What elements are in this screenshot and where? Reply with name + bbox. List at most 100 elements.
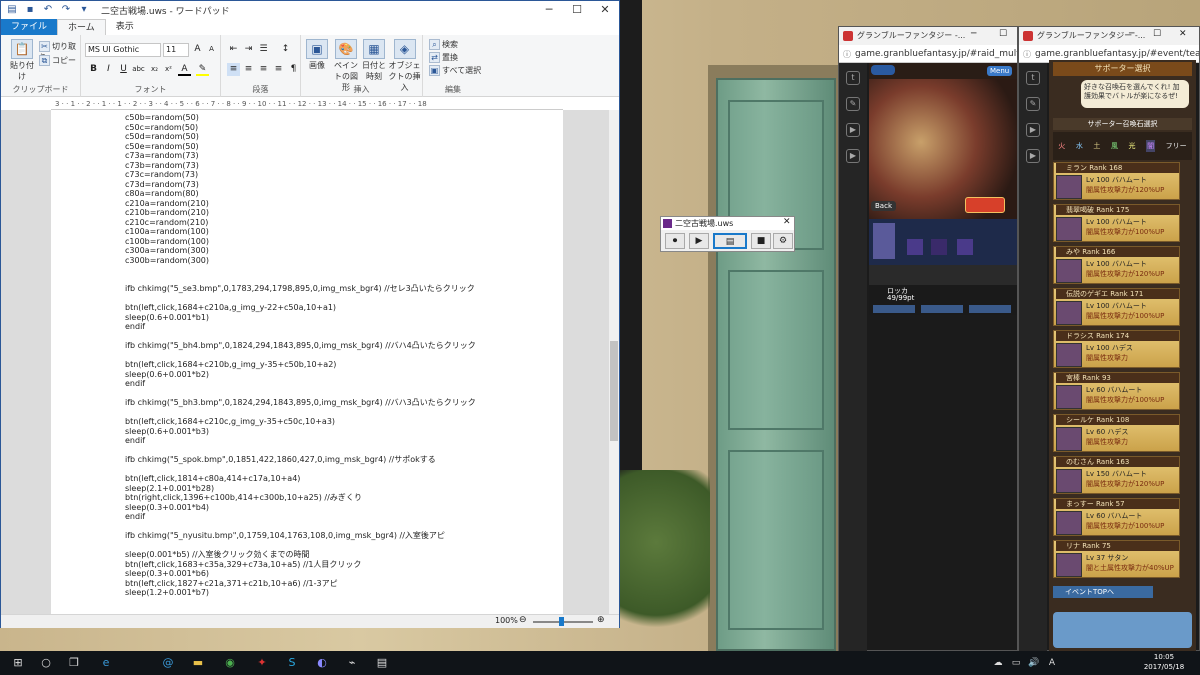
subscript-icon[interactable]: x₂ [148,63,161,76]
bold-icon[interactable]: B [87,63,100,76]
grow-font-icon[interactable]: A [191,43,204,56]
close-button[interactable]: ✕ [591,1,619,19]
tab-view[interactable]: 表示 [106,19,144,35]
start-windows-icon[interactable]: ⊞ [10,655,26,671]
strikethrough-icon[interactable]: abc [132,63,145,76]
browser-tab-title[interactable]: グランブルーファンタジー -... [1019,27,1199,45]
date-time-button[interactable]: ▦ 日付と時刻 [362,39,386,82]
browser-maximize-button[interactable]: ☐ [1153,29,1161,39]
minimize-button[interactable]: ─ [535,1,563,19]
browser-close-button[interactable]: ✕ [1179,29,1187,39]
uwsc-record-icon[interactable]: ⏺ [665,233,685,249]
character-portrait[interactable] [873,223,895,259]
insert-picture-button[interactable]: ▣ 画像 [305,39,329,71]
edge-icon[interactable]: e [98,655,114,671]
find-button[interactable]: ⌕ 検索 [429,39,458,50]
align-center-icon[interactable]: ≡ [242,63,255,76]
page-info-icon[interactable]: ⓘ [1023,49,1031,60]
underline-icon[interactable]: U [117,63,130,76]
skill-1-icon[interactable] [907,239,923,255]
multi-menu-button-2[interactable] [921,305,963,313]
redo-icon[interactable]: ↷ [59,3,73,17]
skype-icon[interactable]: S [284,655,300,671]
video-icon[interactable]: ▶ [846,123,860,137]
justify-icon[interactable]: ≡ [272,63,285,76]
align-right-icon[interactable]: ≡ [257,63,270,76]
bottom-menu[interactable] [1053,612,1192,648]
sound-toggle[interactable] [871,65,895,75]
superscript-icon[interactable]: x² [162,63,175,76]
browser-tab-title[interactable]: グランブルーファンタジー -... [839,27,1017,45]
maximize-button[interactable]: ☐ [563,1,591,19]
document-text[interactable]: c50b=random(50) c50c=random(50) c50d=ran… [125,113,565,598]
edit-icon[interactable]: ✎ [846,97,860,111]
paragraph-icon[interactable]: ¶ [287,63,300,76]
element-tab-wind[interactable]: 風 [1111,141,1118,151]
italic-icon[interactable]: I [102,63,115,76]
element-tab-light[interactable]: 光 [1129,141,1136,151]
shrink-font-icon[interactable]: A [205,43,218,56]
discord-icon[interactable]: ◐ [314,655,330,671]
play-icon[interactable]: ▶ [1026,149,1040,163]
task-view-icon[interactable]: ❐ [66,655,82,671]
ime-icon[interactable]: A [1044,655,1060,671]
supporter-row[interactable]: みや Rank 166 Lv 100 バハムート 闇属性攻撃力が120%UP [1053,246,1180,284]
volume-icon[interactable]: 🔊 [1026,655,1042,671]
decrease-indent-icon[interactable]: ⇤ [227,43,240,56]
onedrive-icon[interactable]: ☁ [990,655,1006,671]
supporter-row[interactable]: リナ Rank 75 Lv 37 サタン 闇と土属性攻撃力が40%UP [1053,540,1180,578]
character-skill-panel[interactable] [869,219,1017,265]
video-icon[interactable]: ▶ [1026,123,1040,137]
supporter-row[interactable]: 伝説のゲギエ Rank 171 Lv 100 バハムート 闇属性攻撃力が100%UP [1053,288,1180,326]
system-clock[interactable]: 10:05 2017/05/18 [1134,652,1194,672]
file-explorer-icon[interactable]: ▬ [190,655,206,671]
browser-minimize-button[interactable]: ─ [971,29,976,39]
uwsc-stop-icon[interactable]: ■ [751,233,771,249]
back-button[interactable]: Back [871,201,896,211]
element-tab-dark[interactable]: 闇 [1146,140,1156,152]
event-top-button[interactable]: イベントTOPへ [1053,586,1153,598]
uwsc-play-icon[interactable]: ▶ [689,233,709,249]
supporter-row[interactable]: シールケ Rank 108 Lv 60 ハデス 闇属性攻撃力 [1053,414,1180,452]
ruler[interactable]: 3 · · 1 · · 2 · · 1 · · 1 · · 2 · · 3 · … [51,98,563,110]
twitter-icon[interactable]: t [846,71,860,85]
search-circle-icon[interactable]: ○ [38,655,54,671]
element-tab-earth[interactable]: 土 [1093,141,1100,151]
supporter-row[interactable]: のむさん Rank 163 Lv 150 バハムート 闇属性攻撃力が120%UP [1053,456,1180,494]
zoom-slider-thumb[interactable] [559,617,564,626]
menu-button[interactable]: Menu [987,66,1013,76]
select-all-button[interactable]: ▣ すべて選択 [429,65,481,76]
wordpad-taskbar-icon[interactable]: ▤ [374,655,390,671]
browser-maximize-button[interactable]: ☐ [999,29,1007,39]
multi-menu-button-3[interactable] [969,305,1011,313]
uwsc-close-icon[interactable]: ✕ [783,217,791,227]
scrollbar-thumb[interactable] [610,341,618,441]
element-tab-free[interactable]: フリー [1166,141,1187,151]
edit-icon[interactable]: ✎ [1026,97,1040,111]
at-mail-icon[interactable]: @ [160,655,176,671]
mouse-tool-icon[interactable]: ⌁ [344,655,360,671]
paste-button[interactable]: 📋 貼り付け [7,39,37,82]
element-tab-water[interactable]: 水 [1076,141,1083,151]
bullets-icon[interactable]: ☰ [257,43,270,56]
align-left-icon[interactable]: ≡ [227,63,240,76]
attack-button[interactable] [965,197,1005,213]
customize-toolbar-icon[interactable]: ▾ [77,3,91,17]
play-icon[interactable]: ▶ [846,149,860,163]
chrome-icon[interactable]: ◉ [222,655,238,671]
zoom-in-icon[interactable]: ⊕ [597,615,605,625]
skill-3-icon[interactable] [957,239,973,255]
font-family-dropdown[interactable]: MS UI Gothic [85,43,161,57]
copy-button[interactable]: ⧉ コピー [39,55,76,66]
element-tab-fire[interactable]: 火 [1058,141,1065,151]
font-size-dropdown[interactable]: 11 [163,43,189,57]
supporter-select-screen[interactable]: サポーター選択 好きな召喚石を選んでくれ! 加護効果でバトルが楽になるぜ! サポ… [1049,60,1196,651]
increase-indent-icon[interactable]: ⇥ [242,43,255,56]
supporter-row[interactable]: 翡翠喝破 Rank 175 Lv 100 バハムート 闇属性攻撃力が100%UP [1053,204,1180,242]
multi-menu-button-1[interactable] [873,305,915,313]
uwsc-script-icon[interactable]: ▤ [713,233,747,249]
line-spacing-icon[interactable]: ↕ [279,43,292,56]
zoom-out-icon[interactable]: ⊖ [519,615,527,625]
address-bar[interactable]: game.granbluefantasy.jp/#raid_multi/... [839,45,1017,63]
tab-home[interactable]: ホーム [57,19,106,35]
